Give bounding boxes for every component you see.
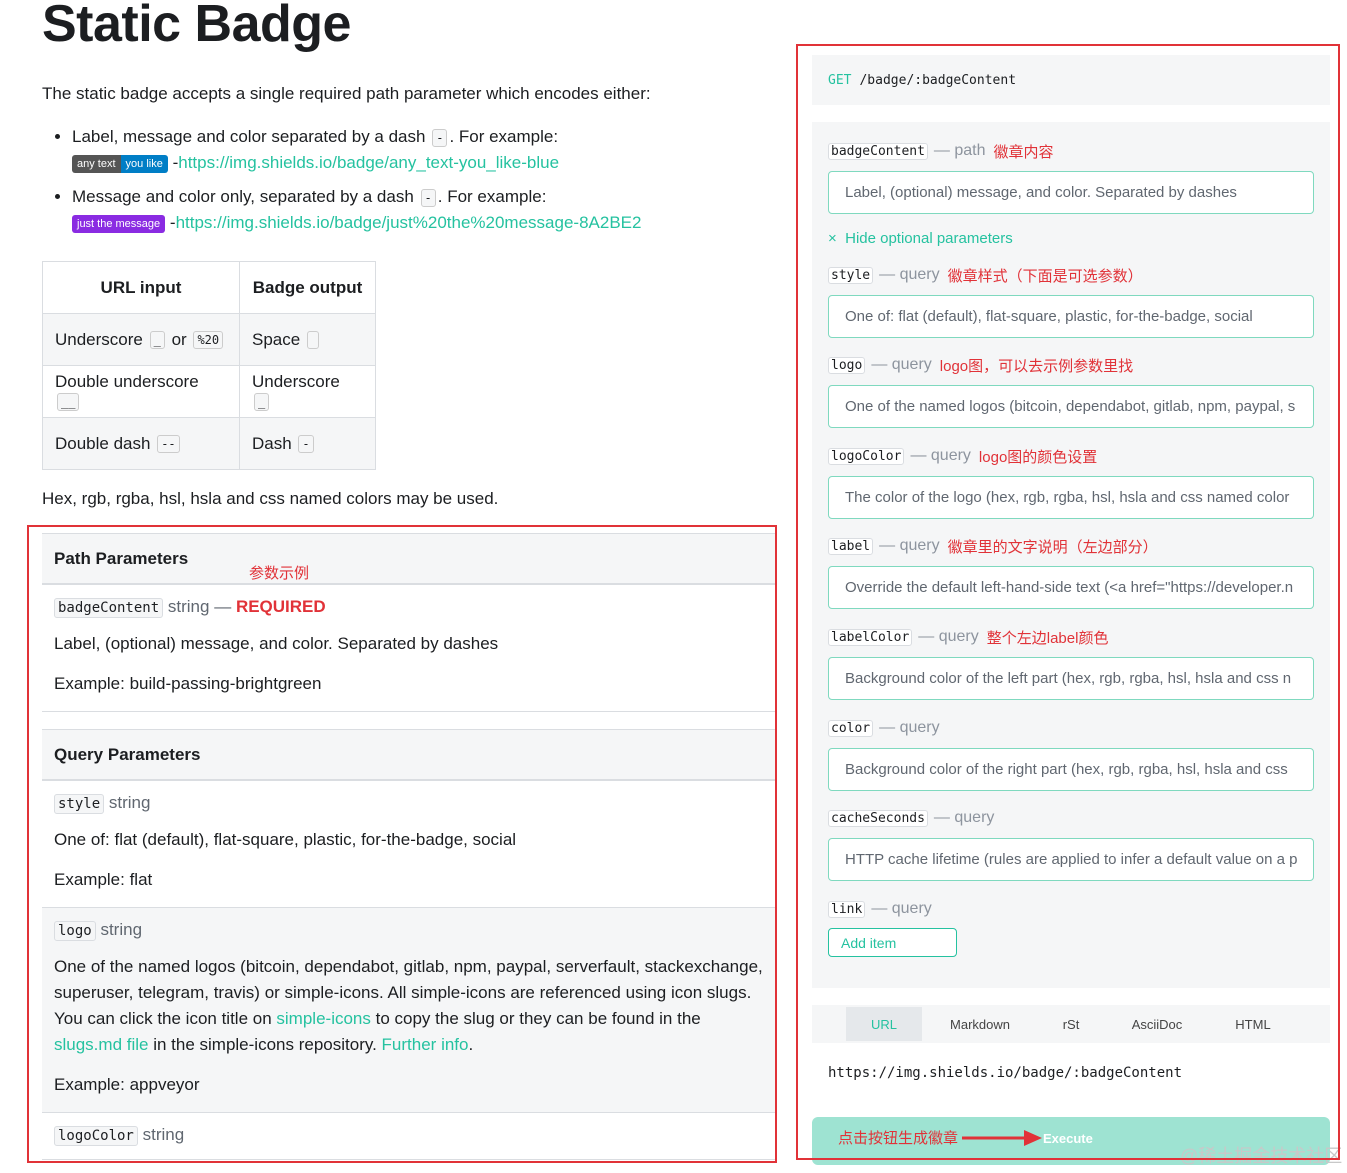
add-item-button[interactable]: Add item: [828, 928, 957, 957]
execute-button[interactable]: Execute: [1043, 1131, 1093, 1146]
label-input[interactable]: Override the default left-hand-side text…: [828, 566, 1314, 609]
tab-html[interactable]: HTML: [1215, 1007, 1291, 1041]
watermark: @稀土掘金技术社区: [1180, 1146, 1343, 1166]
tab-markdown[interactable]: Markdown: [942, 1007, 1018, 1041]
format-list: Label, message and color separated by a …: [42, 124, 762, 244]
field-logoColor: logoColor — query logo图的颜色设置 The color of …: [828, 444, 1314, 519]
table-header: Badge output: [239, 261, 376, 314]
param-logoColor: logoColor string: [42, 1113, 777, 1160]
annotation: 参数示例: [249, 565, 310, 582]
field-logo: logo — query logo图，可以去示例参数里找 One of the na…: [828, 353, 1314, 428]
path-params-heading: Path Parameters 参数示例: [42, 533, 777, 585]
http-method: GET: [828, 72, 852, 88]
request-form: badgeContent — path 徽章内容 Label, (optional)…: [812, 122, 1330, 988]
list-item: Label, message and color separated by a …: [72, 124, 762, 176]
query-params-heading: Query Parameters: [42, 729, 777, 781]
tab-asciidoc[interactable]: AsciiDoc: [1119, 1007, 1195, 1041]
list-item: Message and color only, separated by a d…: [72, 184, 762, 236]
endpoint-bar: GET /badge/:badgeContent: [812, 55, 1330, 105]
table-row: Underscore _ or %20 Space: [42, 313, 376, 366]
generated-url: https://img.shields.io/badge/:badgeConte…: [828, 1065, 1183, 1081]
param-badgeContent: badgeContent string — REQUIRED Label, (o…: [42, 585, 777, 712]
param-logo: logo string One of the named logos (bitc…: [42, 908, 777, 1113]
logo-input[interactable]: One of the named logos (bitcoin, dependa…: [828, 385, 1314, 428]
endpoint-path: /badge/:badgeContent: [859, 72, 1017, 88]
tab-url[interactable]: URL: [846, 1007, 922, 1041]
field-cacheSeconds: cacheSeconds — query HTTP cache lifetime …: [828, 806, 1314, 881]
simple-icons-link[interactable]: simple-icons: [276, 1009, 370, 1028]
further-info-link[interactable]: Further info: [382, 1035, 469, 1054]
labelColor-input[interactable]: Background color of the left part (hex, …: [828, 657, 1314, 700]
intro-text: The static badge accepts a single requir…: [42, 84, 651, 103]
example-badge: just the message: [72, 214, 166, 233]
example-badge: any text you like: [72, 154, 168, 173]
hide-optional-toggle[interactable]: × Hide optional parameters: [828, 230, 1013, 247]
url-encoding-table: URL input Badge output Underscore _ or %…: [42, 261, 376, 470]
slugs-link[interactable]: slugs.md file: [54, 1035, 148, 1054]
output-format-tabs: URL Markdown rSt AsciiDoc HTML: [812, 1005, 1330, 1043]
badgeContent-input[interactable]: Label, (optional) message, and color. Se…: [828, 171, 1314, 214]
dash-code: -: [420, 188, 436, 207]
tab-rst[interactable]: rSt: [1033, 1007, 1109, 1041]
table-row: Double dash -- Dash -: [42, 417, 376, 470]
field-link: link — query: [828, 897, 1314, 921]
execute-annotation: 点击按钮生成徽章: [838, 1130, 959, 1147]
close-icon: ×: [828, 230, 837, 247]
table-header: URL input: [42, 261, 240, 314]
dash-code: -: [432, 128, 448, 147]
style-input[interactable]: One of: flat (default), flat-square, pla…: [828, 295, 1314, 338]
field-style: style — query 徽章样式（下面是可选参数） One of: flat (…: [828, 263, 1314, 338]
field-color: color — query Background color of the rig…: [828, 716, 1314, 791]
field-label: label — query 徽章里的文字说明（左边部分） Override the …: [828, 534, 1314, 609]
cacheSeconds-input[interactable]: HTTP cache lifetime (rules are applied t…: [828, 838, 1314, 881]
color-input[interactable]: Background color of the right part (hex,…: [828, 748, 1314, 791]
example-link[interactable]: https://img.shields.io/badge/any_text-yo…: [178, 153, 559, 172]
page-title: Static Badge: [42, 0, 351, 53]
field-badgeContent: badgeContent — path 徽章内容 Label, (optional)…: [828, 139, 1314, 214]
colors-note: Hex, rgb, rgba, hsl, hsla and css named …: [42, 489, 499, 508]
logoColor-input[interactable]: The color of the logo (hex, rgb, rgba, h…: [828, 476, 1314, 519]
arrow-icon: [962, 1130, 1042, 1146]
table-row: Double underscore __ Underscore _: [42, 365, 376, 418]
param-style: style string One of: flat (default), fla…: [42, 781, 777, 908]
field-labelColor: labelColor — query 整个左边label颜色 Background …: [828, 625, 1314, 700]
params-docs: Path Parameters 参数示例 badgeContent string…: [42, 533, 777, 1173]
example-link[interactable]: https://img.shields.io/badge/just%20the%…: [176, 213, 642, 232]
